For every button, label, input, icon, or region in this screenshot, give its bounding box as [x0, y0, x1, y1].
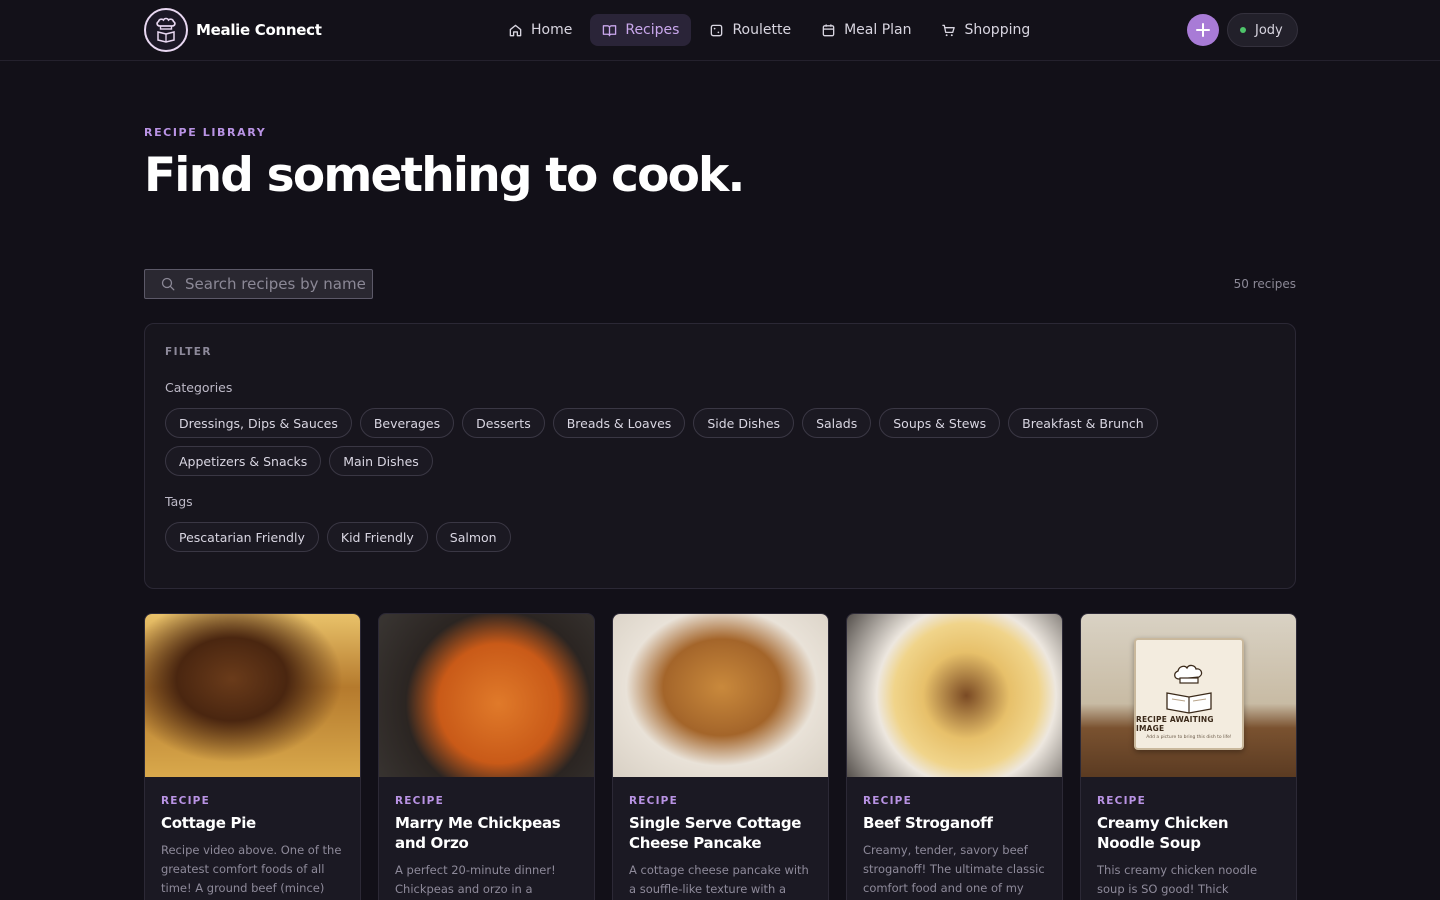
category-chip-appetizers[interactable]: Appetizers & Snacks: [165, 446, 322, 476]
awaiting-image-card: RECIPE AWAITING IMAGE Add a picture to b…: [1134, 638, 1244, 750]
card-kicker: RECIPE: [161, 795, 210, 807]
recipe-image-placeholder: RECIPE AWAITING IMAGE Add a picture to b…: [1081, 614, 1296, 777]
category-chip-beverages[interactable]: Beverages: [359, 408, 455, 438]
recipe-card[interactable]: RECIPE Beef Stroganoff Creamy, tender, s…: [846, 613, 1063, 900]
category-chip-main-dishes[interactable]: Main Dishes: [329, 446, 433, 476]
recipe-card[interactable]: RECIPE Single Serve Cottage Cheese Panca…: [612, 613, 829, 900]
category-chip-side-dishes[interactable]: Side Dishes: [693, 408, 795, 438]
calendar-icon: [822, 23, 835, 36]
category-chip-desserts[interactable]: Desserts: [462, 408, 545, 438]
category-chip-soups[interactable]: Soups & Stews: [879, 408, 1001, 438]
add-recipe-button[interactable]: [1187, 14, 1219, 46]
nav-meal-plan-label: Meal Plan: [844, 22, 912, 38]
filter-panel: FILTER Categories Dressings, Dips & Sauc…: [144, 323, 1296, 589]
tag-chip-pescatarian[interactable]: Pescatarian Friendly: [165, 522, 319, 552]
tag-chips: Pescatarian Friendly Kid Friendly Salmon: [165, 522, 1275, 552]
category-chip-breakfast[interactable]: Breakfast & Brunch: [1008, 408, 1158, 438]
card-kicker: RECIPE: [1097, 795, 1146, 807]
category-chips: Dressings, Dips & Sauces Beverages Desse…: [165, 408, 1275, 476]
page-title: Find something to cook.: [144, 148, 745, 203]
brand-name: Mealie Connect: [196, 21, 322, 39]
recipe-image: [145, 614, 360, 777]
tags-label: Tags: [165, 494, 193, 509]
nav-shopping-label: Shopping: [964, 22, 1031, 38]
category-chip-breads[interactable]: Breads & Loaves: [552, 408, 686, 438]
category-chip-salads[interactable]: Salads: [802, 408, 872, 438]
card-description: Creamy, tender, savory beef stroganoff! …: [863, 843, 1045, 895]
recipe-image: [613, 614, 828, 777]
section-eyebrow: RECIPE LIBRARY: [144, 126, 267, 139]
tag-chip-salmon[interactable]: Salmon: [435, 522, 511, 552]
main-nav: Home Recipes Roulette Meal Plan Shopping: [496, 14, 1042, 46]
card-description: A perfect 20-minute dinner! Chickpeas an…: [395, 863, 556, 896]
plus-icon: [1196, 23, 1210, 37]
nav-roulette[interactable]: Roulette: [697, 14, 803, 46]
card-title: Single Serve Cottage Cheese Pancake: [629, 814, 802, 852]
brand[interactable]: Mealie Connect: [144, 8, 322, 52]
tag-chip-kid-friendly[interactable]: Kid Friendly: [326, 522, 428, 552]
online-status-dot: [1240, 27, 1246, 33]
recipe-card[interactable]: RECIPE AWAITING IMAGE Add a picture to b…: [1080, 613, 1297, 900]
nav-meal-plan[interactable]: Meal Plan: [809, 14, 923, 46]
card-kicker: RECIPE: [395, 795, 444, 807]
search-box[interactable]: [144, 269, 373, 299]
chef-book-icon: [1166, 664, 1212, 714]
recipe-image: [379, 614, 594, 777]
nav-home[interactable]: Home: [496, 14, 584, 46]
dice-icon: [711, 24, 723, 36]
card-description: This creamy chicken noodle soup is SO go…: [1097, 863, 1258, 896]
cart-icon: [942, 24, 956, 36]
home-icon: [509, 24, 522, 36]
search-icon: [161, 277, 175, 291]
card-kicker: RECIPE: [629, 795, 678, 807]
chef-logo-icon: [144, 8, 188, 52]
book-icon: [603, 24, 617, 36]
placeholder-subtitle: Add a picture to bring this dish to life…: [1146, 735, 1232, 740]
categories-label: Categories: [165, 380, 233, 395]
card-title: Marry Me Chickpeas and Orzo: [395, 814, 561, 852]
recipe-count: 50 recipes: [1233, 277, 1296, 291]
search-input[interactable]: [185, 275, 365, 293]
recipe-grid: RECIPE Cottage Pie Recipe video above. O…: [144, 613, 1297, 900]
card-description: A cottage cheese pancake with a souffle-…: [629, 863, 809, 896]
card-kicker: RECIPE: [863, 795, 912, 807]
recipe-image: [847, 614, 1062, 777]
card-title: Beef Stroganoff: [863, 814, 993, 832]
user-menu-button[interactable]: Jody: [1227, 13, 1298, 47]
nav-roulette-label: Roulette: [732, 22, 792, 38]
recipe-card[interactable]: RECIPE Marry Me Chickpeas and Orzo A per…: [378, 613, 595, 900]
nav-recipes-label: Recipes: [625, 22, 680, 38]
card-description: Recipe video above. One of the greatest …: [161, 843, 342, 895]
card-title: Creamy Chicken Noodle Soup: [1097, 814, 1229, 852]
category-chip-dressings[interactable]: Dressings, Dips & Sauces: [165, 408, 352, 438]
nav-recipes[interactable]: Recipes: [590, 14, 692, 46]
filter-title: FILTER: [165, 346, 212, 358]
card-title: Cottage Pie: [161, 814, 256, 832]
nav-shopping[interactable]: Shopping: [929, 14, 1042, 46]
nav-home-label: Home: [531, 22, 573, 38]
top-bar: Mealie Connect Home Recipes Roulette Mea…: [0, 0, 1440, 61]
placeholder-title: RECIPE AWAITING IMAGE: [1136, 715, 1214, 733]
recipe-card[interactable]: RECIPE Cottage Pie Recipe video above. O…: [144, 613, 361, 900]
user-name: Jody: [1255, 22, 1283, 38]
